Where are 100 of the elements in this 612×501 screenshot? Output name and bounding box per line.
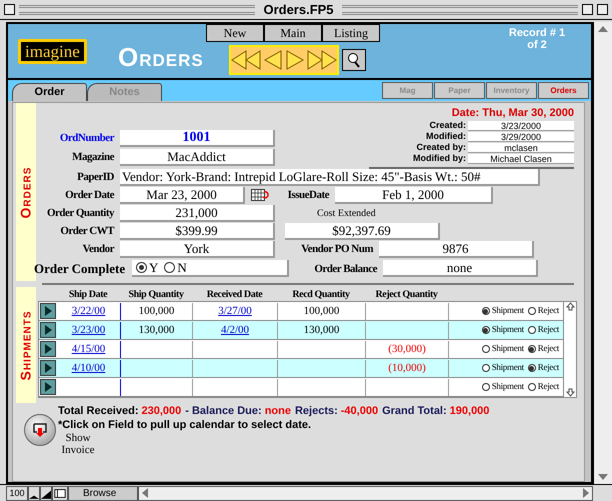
radio-label: Shipment bbox=[492, 342, 524, 356]
status-area-icon[interactable] bbox=[52, 486, 68, 500]
collapse-box-icon[interactable] bbox=[597, 4, 608, 15]
scroll-down-icon[interactable] bbox=[566, 388, 574, 397]
first-record-icon[interactable] bbox=[231, 50, 261, 70]
column-header: Reject Quantity bbox=[374, 288, 439, 302]
meta-label: Created: bbox=[429, 121, 466, 130]
date-link[interactable]: 3/27/00 bbox=[218, 302, 252, 320]
export-icon bbox=[32, 422, 48, 438]
field[interactable]: $92,397.69 bbox=[285, 223, 440, 240]
go-to-shipment-button[interactable] bbox=[40, 322, 56, 338]
go-to-shipment-button[interactable] bbox=[40, 303, 56, 319]
table-scrollbar[interactable] bbox=[564, 301, 577, 398]
meta-value: 3/29/2000 bbox=[468, 132, 574, 142]
field-label: OrdNumber bbox=[58, 131, 114, 146]
window-title: Orders.FP5 bbox=[262, 0, 335, 19]
radio-label: Reject bbox=[538, 323, 559, 336]
field[interactable]: none bbox=[383, 260, 538, 278]
field-label: PaperID bbox=[76, 170, 114, 186]
meta-value: mclasen bbox=[468, 142, 574, 152]
record-total: of 2 bbox=[526, 39, 548, 51]
radio-button[interactable] bbox=[482, 345, 490, 353]
scroll-down-icon[interactable] bbox=[598, 474, 608, 480]
section-label: ORDERS bbox=[16, 103, 36, 281]
date-link[interactable]: 4/10/00 bbox=[72, 360, 106, 376]
radio-button[interactable] bbox=[528, 383, 536, 391]
table-cell-text: (30,000) bbox=[388, 342, 426, 357]
meta-label: Created by: bbox=[416, 143, 466, 152]
field-label: IssueDate bbox=[286, 188, 329, 204]
column-header: Received Date bbox=[206, 288, 264, 302]
radio-button[interactable] bbox=[136, 262, 147, 274]
total-value: -40,000 bbox=[340, 404, 378, 418]
total-value: none bbox=[264, 404, 291, 418]
field[interactable]: $399.99 bbox=[120, 223, 275, 240]
scroll-left-icon[interactable] bbox=[142, 488, 148, 498]
field[interactable]: Mar 23, 2000 bbox=[120, 187, 245, 204]
total-label: Grand Total: bbox=[382, 404, 447, 418]
field-label: Order Date bbox=[64, 188, 114, 204]
field[interactable]: 9876 bbox=[379, 241, 534, 258]
scroll-up-icon[interactable] bbox=[598, 26, 608, 32]
radio-label: Reject bbox=[538, 304, 559, 318]
vertical-scrollbar[interactable] bbox=[593, 22, 612, 484]
date-link[interactable]: 3/23/00 bbox=[72, 322, 106, 338]
zoom-box-icon[interactable] bbox=[582, 4, 593, 15]
radio-button[interactable] bbox=[482, 364, 490, 372]
zoom-out-icon[interactable] bbox=[28, 486, 40, 500]
radio-label: Shipment bbox=[492, 323, 524, 336]
radio-button[interactable] bbox=[482, 326, 490, 334]
zoom-level[interactable]: 100 bbox=[6, 486, 28, 500]
radio-button[interactable] bbox=[528, 307, 536, 315]
radio-button[interactable] bbox=[482, 307, 490, 315]
calendar-icon[interactable] bbox=[251, 189, 269, 202]
date-link[interactable]: 4/2/00 bbox=[220, 322, 250, 338]
field-label: Vendor bbox=[82, 242, 114, 258]
record-counter: Record # 1 bbox=[508, 27, 566, 39]
search-button[interactable] bbox=[342, 49, 366, 71]
field-label: Order Complete bbox=[34, 260, 126, 278]
next-record-icon[interactable] bbox=[285, 50, 305, 70]
table-cell-text: 130,000 bbox=[304, 322, 340, 338]
column-header: Recd Quantity bbox=[291, 288, 351, 302]
tab[interactable]: Order bbox=[12, 83, 87, 101]
field-label: Magazine bbox=[71, 150, 114, 166]
go-to-shipment-button[interactable] bbox=[40, 360, 56, 376]
show-invoice-button[interactable] bbox=[24, 414, 56, 446]
go-to-shipment-button[interactable] bbox=[40, 379, 56, 395]
field[interactable]: MacAddict bbox=[120, 149, 275, 166]
last-record-icon[interactable] bbox=[307, 50, 337, 70]
horizontal-scrollbar[interactable] bbox=[138, 486, 593, 500]
radio-label: Shipment bbox=[492, 361, 524, 374]
date-link[interactable]: 4/15/00 bbox=[72, 340, 106, 358]
radio-button[interactable] bbox=[528, 326, 536, 334]
nav-button[interactable]: Listing bbox=[322, 24, 380, 42]
field[interactable]: Vendor: York-Brand: Intrepid LoGlare-Roll Size: 45"-Basis Wt.: 50# bbox=[120, 169, 540, 186]
radio-button[interactable] bbox=[528, 345, 536, 353]
radio-button[interactable] bbox=[528, 364, 536, 372]
meta-label: Modified: bbox=[426, 132, 466, 141]
order-number-field[interactable]: 1001 bbox=[120, 130, 275, 147]
field-label: Vendor PO Num bbox=[300, 242, 373, 258]
scroll-up-icon[interactable] bbox=[566, 302, 574, 311]
meta-value: Michael Clasen bbox=[468, 154, 574, 164]
go-to-shipment-button[interactable] bbox=[40, 341, 56, 357]
field[interactable]: 231,000 bbox=[120, 205, 275, 222]
date-link[interactable]: 3/22/00 bbox=[72, 302, 106, 320]
field-label: Order Quantity bbox=[46, 206, 114, 222]
nav-button[interactable]: New bbox=[206, 24, 264, 42]
nav-button[interactable]: Main bbox=[264, 24, 322, 42]
radio-button[interactable] bbox=[482, 383, 490, 391]
mode-selector[interactable]: Browse bbox=[68, 486, 138, 500]
radio-button[interactable] bbox=[164, 262, 176, 274]
close-box-icon[interactable] bbox=[4, 4, 15, 15]
field[interactable]: Feb 1, 2000 bbox=[335, 187, 493, 204]
section-label: SHIPMENTS bbox=[16, 287, 36, 403]
zoom-in-icon[interactable] bbox=[40, 486, 52, 500]
field[interactable]: York bbox=[120, 241, 275, 258]
meta-value: 3/23/2000 bbox=[468, 120, 574, 130]
total-label: Rejects: bbox=[294, 404, 338, 418]
scroll-right-icon[interactable] bbox=[583, 488, 589, 498]
previous-record-icon[interactable] bbox=[263, 50, 283, 70]
radio-label: Reject bbox=[538, 361, 559, 374]
radio-label: Y bbox=[149, 261, 158, 274]
